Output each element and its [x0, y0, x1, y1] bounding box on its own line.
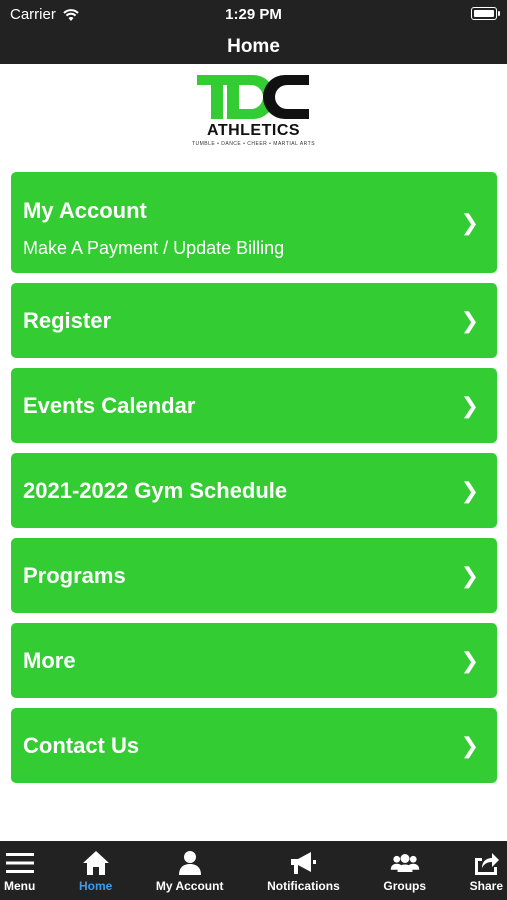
page-title: Home — [227, 36, 280, 57]
logo-area: ATHLETICS TUMBLE • DANCE • CHEER • MARTI… — [0, 64, 507, 154]
menu-item-my-account[interactable]: My Account Make A Payment / Update Billi… — [11, 172, 497, 273]
megaphone-icon — [288, 849, 318, 877]
tab-menu[interactable]: Menu — [4, 841, 35, 900]
chevron-right-icon: ❯ — [460, 562, 479, 588]
menu-item-contact-us[interactable]: Contact Us ❯ — [11, 708, 497, 783]
person-icon — [175, 849, 205, 877]
menu-item-label: Programs — [23, 562, 126, 588]
battery-icon — [471, 7, 500, 20]
logo-wordmark: ATHLETICS — [206, 122, 301, 139]
tab-label: Groups — [383, 879, 427, 893]
chevron-right-icon: ❯ — [460, 307, 479, 333]
logo-tagline: TUMBLE • DANCE • CHEER • MARTIAL ARTS — [191, 141, 316, 147]
tab-bar: Menu Home My Account Notifications Group… — [0, 841, 507, 900]
home-menu: My Account Make A Payment / Update Billi… — [11, 172, 497, 793]
menu-item-sublabel: Make A Payment / Update Billing — [23, 238, 285, 258]
chevron-right-icon: ❯ — [460, 647, 479, 673]
menu-item-gym-schedule[interactable]: 2021-2022 Gym Schedule ❯ — [11, 453, 497, 528]
menu-item-events-calendar[interactable]: Events Calendar ❯ — [11, 368, 497, 443]
status-bar: Carrier 1:29 PM — [0, 0, 507, 30]
menu-item-label: Register — [23, 307, 112, 333]
tdc-logo-mark — [196, 75, 309, 119]
share-icon — [471, 849, 501, 877]
chevron-right-icon: ❯ — [460, 209, 479, 235]
home-icon — [81, 849, 111, 877]
hamburger-icon — [5, 849, 35, 877]
tab-home[interactable]: Home — [79, 841, 112, 900]
menu-item-label: 2021-2022 Gym Schedule — [23, 477, 288, 503]
menu-item-label: Events Calendar — [23, 392, 196, 418]
tab-label: Share — [469, 879, 503, 893]
tab-share[interactable]: Share — [470, 841, 503, 900]
menu-item-programs[interactable]: Programs ❯ — [11, 538, 497, 613]
tdc-athletics-logo: ATHLETICS TUMBLE • DANCE • CHEER • MARTI… — [189, 67, 319, 151]
chevron-right-icon: ❯ — [460, 477, 479, 503]
tab-label: Home — [78, 879, 113, 893]
tab-notifications[interactable]: Notifications — [267, 841, 340, 900]
menu-item-label: My Account — [23, 198, 147, 223]
clock: 1:29 PM — [225, 6, 282, 23]
tab-label: Notifications — [267, 879, 340, 893]
menu-item-label: Contact Us — [23, 732, 140, 758]
group-icon — [390, 849, 420, 877]
navigation-bar: Home — [0, 30, 507, 64]
menu-item-label: More — [23, 647, 76, 673]
menu-item-register[interactable]: Register ❯ — [11, 283, 497, 358]
chevron-right-icon: ❯ — [460, 732, 479, 758]
chevron-right-icon: ❯ — [460, 392, 479, 418]
tab-groups[interactable]: Groups — [383, 841, 426, 900]
tab-label: Menu — [4, 879, 36, 893]
tab-my-account[interactable]: My Account — [155, 841, 224, 900]
menu-item-more[interactable]: More ❯ — [11, 623, 497, 698]
tab-label: My Account — [155, 879, 224, 893]
